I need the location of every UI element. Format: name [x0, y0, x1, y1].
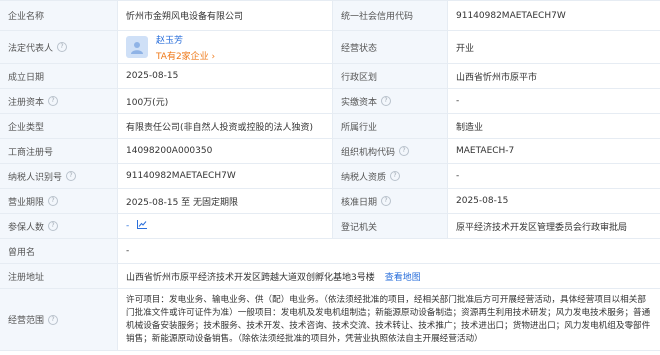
- business-info-table: 企业名称 忻州市金朔风电设备有限公司 统一社会信用代码 91140982MAET…: [0, 0, 660, 351]
- question-circle-icon[interactable]: ?: [48, 96, 59, 106]
- industry: 制造业: [448, 114, 660, 138]
- field-label: 参保人数?: [0, 214, 118, 238]
- business-scope: 许可项目：发电业务、输电业务、供（配）电业务。（依法须经批准的项目，经相关部门批…: [118, 289, 660, 350]
- insured-count: -: [118, 214, 333, 238]
- org-code: MAETAECH-7: [448, 139, 660, 163]
- field-label: 法定代表人?: [0, 31, 118, 63]
- field-label: 曾用名: [0, 239, 118, 263]
- table-row: 经营范围? 许可项目：发电业务、输电业务、供（配）电业务。（依法须经批准的项目，…: [0, 289, 660, 351]
- table-row: 法定代表人? 赵玉芳 TA有2家企业 › 经营状态 开业: [0, 31, 660, 64]
- table-row: 营业期限? 2025-08-15 至 无固定期限 核准日期? 2025-08-1…: [0, 189, 660, 214]
- field-label: 成立日期: [0, 64, 118, 88]
- admin-region: 山西省忻州市原平市: [448, 64, 660, 88]
- field-label: 登记机关: [333, 214, 448, 238]
- taxpayer-qualification: -: [448, 164, 660, 188]
- trend-chart-icon[interactable]: [137, 220, 148, 232]
- credit-code: 91140982MAETAECH7W: [448, 1, 660, 30]
- table-row: 企业类型 有限责任公司(非自然人投资或控股的法人独资) 所属行业 制造业: [0, 114, 660, 139]
- registration-authority: 原平经济技术开发区管理委员会行政审批局: [448, 214, 660, 238]
- person-avatar-icon: [126, 36, 148, 58]
- field-label: 注册资本?: [0, 89, 118, 113]
- registered-capital: 100万(元): [118, 89, 333, 113]
- paid-in-capital: -: [448, 89, 660, 113]
- view-map-link[interactable]: 查看地图: [385, 270, 421, 283]
- registration-number: 14098200A000350: [118, 139, 333, 163]
- question-circle-icon[interactable]: ?: [66, 171, 77, 181]
- field-label: 注册地址: [0, 264, 118, 288]
- field-label: 所属行业: [333, 114, 448, 138]
- field-label: 纳税人资质?: [333, 164, 448, 188]
- business-status: 开业: [448, 31, 660, 63]
- table-row: 纳税人识别号? 91140982MAETAECH7W 纳税人资质? -: [0, 164, 660, 189]
- question-circle-icon[interactable]: ?: [48, 221, 59, 231]
- company-name: 忻州市金朔风电设备有限公司: [118, 1, 333, 30]
- field-label: 实缴资本?: [333, 89, 448, 113]
- field-label: 经营范围?: [0, 289, 118, 350]
- field-label: 组织机构代码?: [333, 139, 448, 163]
- established-date: 2025-08-15: [118, 64, 333, 88]
- table-row: 参保人数? - 登记机关 原平经济技术开发区管理委员会行政审批局: [0, 214, 660, 239]
- field-label: 行政区划: [333, 64, 448, 88]
- field-label: 营业期限?: [0, 189, 118, 213]
- company-type: 有限责任公司(非自然人投资或控股的法人独资): [118, 114, 333, 138]
- table-row: 注册地址 山西省忻州市原平经济技术开发区跨越大道双创孵化基地3号楼 查看地图: [0, 264, 660, 289]
- question-circle-icon[interactable]: ?: [48, 314, 59, 325]
- field-label: 纳税人识别号?: [0, 164, 118, 188]
- table-row: 工商注册号 14098200A000350 组织机构代码? MAETAECH-7: [0, 139, 660, 164]
- field-label: 企业类型: [0, 114, 118, 138]
- business-term: 2025-08-15 至 无固定期限: [118, 189, 333, 213]
- question-circle-icon[interactable]: ?: [399, 146, 410, 156]
- question-circle-icon[interactable]: ?: [381, 196, 392, 206]
- legal-representative[interactable]: 赵玉芳 TA有2家企业 ›: [118, 31, 333, 63]
- question-circle-icon[interactable]: ?: [390, 171, 401, 181]
- question-circle-icon[interactable]: ?: [48, 196, 59, 206]
- field-label: 经营状态: [333, 31, 448, 63]
- person-company-count-link[interactable]: TA有2家企业 ›: [156, 49, 215, 62]
- field-label: 工商注册号: [0, 139, 118, 163]
- table-row: 成立日期 2025-08-15 行政区划 山西省忻州市原平市: [0, 64, 660, 89]
- registered-address: 山西省忻州市原平经济技术开发区跨越大道双创孵化基地3号楼 查看地图: [118, 264, 660, 288]
- field-label: 统一社会信用代码: [333, 1, 448, 30]
- table-row: 企业名称 忻州市金朔风电设备有限公司 统一社会信用代码 91140982MAET…: [0, 1, 660, 31]
- question-circle-icon[interactable]: ?: [381, 96, 392, 106]
- taxpayer-id: 91140982MAETAECH7W: [118, 164, 333, 188]
- table-row: 曾用名 -: [0, 239, 660, 264]
- former-name: -: [118, 239, 660, 263]
- field-label: 企业名称: [0, 1, 118, 30]
- field-label: 核准日期?: [333, 189, 448, 213]
- table-row: 注册资本? 100万(元) 实缴资本? -: [0, 89, 660, 114]
- question-circle-icon[interactable]: ?: [57, 42, 68, 52]
- person-name-link[interactable]: 赵玉芳: [156, 33, 215, 46]
- approval-date: 2025-08-15: [448, 189, 660, 213]
